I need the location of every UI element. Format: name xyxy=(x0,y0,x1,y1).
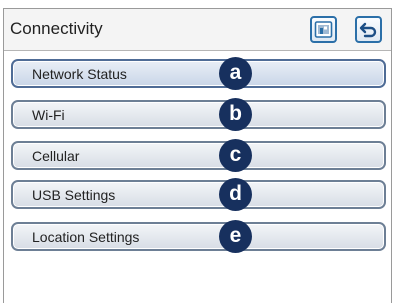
menu-item-cellular[interactable]: Cellular c xyxy=(11,139,386,172)
menu-item-label: Network Status xyxy=(32,66,127,82)
menu-item-network-status[interactable]: Network Status a xyxy=(11,57,386,90)
menu-item-label: Cellular xyxy=(32,148,80,164)
menu-item-wifi[interactable]: Wi-Fi b xyxy=(11,98,386,131)
callout-badge: d xyxy=(219,178,252,211)
back-button[interactable] xyxy=(355,16,382,43)
back-arrow-icon xyxy=(359,22,377,38)
menu-item-location-settings[interactable]: Location Settings e xyxy=(11,220,386,253)
menu-item-label: USB Settings xyxy=(32,187,116,203)
callout-badge: b xyxy=(219,98,252,131)
callout-badge: c xyxy=(219,139,252,172)
menu-item-usb-settings[interactable]: USB Settings d xyxy=(11,178,386,211)
menu-item-label: Location Settings xyxy=(32,229,140,245)
menu-item-label: Wi-Fi xyxy=(32,107,65,123)
header-bar: Connectivity xyxy=(4,9,391,51)
home-dashboard-icon xyxy=(314,21,333,38)
callout-badge: e xyxy=(219,220,252,253)
page-title: Connectivity xyxy=(10,19,103,38)
home-button[interactable] xyxy=(310,16,337,43)
callout-badge: a xyxy=(219,57,252,90)
